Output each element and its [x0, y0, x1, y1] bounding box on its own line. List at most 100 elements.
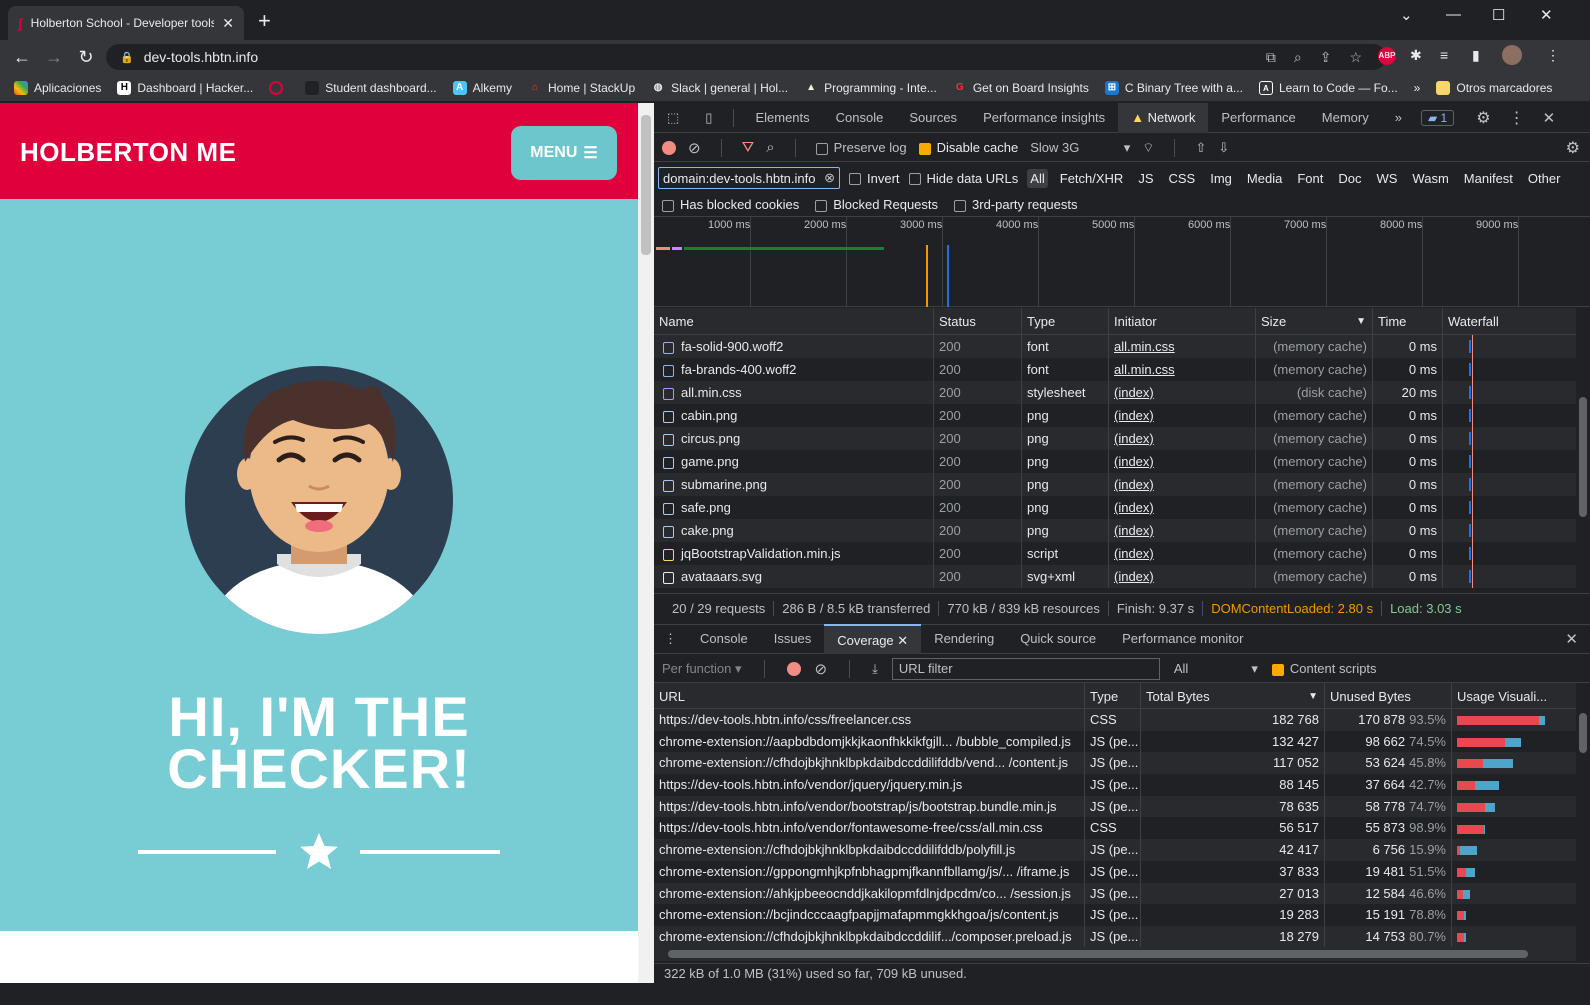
share-icon[interactable]: ⇪ — [1320, 49, 1332, 66]
coverage-export-icon[interactable]: ⤓ — [872, 661, 878, 677]
request-row[interactable]: jqBootstrapValidation.min.js 200 script (in… — [654, 542, 1576, 565]
type-filter-wasm[interactable]: Wasm — [1409, 169, 1451, 188]
type-filter-media[interactable]: Media — [1244, 169, 1285, 188]
coverage-record-icon[interactable] — [786, 661, 801, 676]
request-row[interactable]: fa-brands-400.woff2 200 font all.min.css (me… — [654, 358, 1576, 381]
request-initiator[interactable]: (index) — [1109, 519, 1256, 542]
hide-data-urls-checkbox[interactable]: Hide data URLs — [908, 171, 1018, 186]
type-filter-css[interactable]: CSS — [1166, 169, 1199, 188]
request-row[interactable]: cabin.png 200 png (index) (memory cache) 0 ms — [654, 404, 1576, 427]
bookmark-item[interactable]: G Get on Board Insights — [953, 81, 1089, 95]
bookmark-item[interactable]: ⌂ Home | StackUp — [528, 81, 635, 95]
network-overview-timeline[interactable]: 1000 ms 2000 ms 3000 ms 4000 ms 5000 ms … — [654, 217, 1590, 307]
request-initiator[interactable]: (index) — [1109, 473, 1256, 496]
inspect-element-icon[interactable]: ⬚ — [654, 103, 692, 133]
translate-icon[interactable]: ⧉ — [1266, 49, 1276, 66]
network-settings-icon[interactable]: ⚙ — [1566, 138, 1580, 158]
network-conditions-icon[interactable]: ⌔ — [1142, 140, 1154, 156]
col-waterfall[interactable]: Waterfall — [1443, 308, 1576, 335]
drawer-tab-coverage[interactable]: Coverage ✕ — [824, 624, 922, 654]
preserve-log-checkbox[interactable]: Preserve log — [815, 140, 907, 155]
device-toolbar-icon[interactable]: ▯ — [692, 103, 725, 133]
blocked-cookies-checkbox[interactable]: Has blocked cookies — [662, 197, 799, 212]
import-har-icon[interactable]: ⇧ — [1195, 140, 1206, 156]
per-function-select[interactable]: Per function ▾ — [662, 661, 742, 677]
drawer-tab-performance-monitor[interactable]: Performance monitor — [1109, 624, 1256, 654]
clear-icon[interactable]: ⊘ — [688, 139, 701, 157]
close-window-icon[interactable]: ✕ — [1540, 6, 1553, 24]
coverage-row[interactable]: https://dev-tools.hbtn.info/vendor/fonta… — [654, 817, 1576, 840]
request-row[interactable]: safe.png 200 png (index) (memory cache) 0 ms — [654, 496, 1576, 519]
request-row[interactable]: avataaars.svg 200 svg+xml (index) (memory ca… — [654, 565, 1576, 588]
tab-network[interactable]: ▲ Network — [1118, 102, 1209, 133]
request-row[interactable]: fa-solid-900.woff2 200 font all.min.css (mem… — [654, 335, 1576, 358]
adblock-icon[interactable]: ABP — [1378, 47, 1396, 65]
more-tabs[interactable]: » — [1382, 103, 1415, 133]
drawer-tab-issues[interactable]: Issues — [761, 624, 825, 654]
col-size[interactable]: Size ▼ — [1256, 308, 1373, 335]
url-filter-input[interactable]: URL filter — [891, 657, 1160, 680]
request-initiator[interactable]: (index) — [1109, 542, 1256, 565]
col-initiator[interactable]: Initiator — [1109, 308, 1256, 335]
bookmark-item[interactable]: A Learn to Code — Fo... — [1258, 80, 1398, 95]
type-filter-doc[interactable]: Doc — [1335, 169, 1364, 188]
cov-col-usage[interactable]: Usage Visuali... — [1452, 683, 1576, 710]
type-filter-font[interactable]: Font — [1294, 169, 1326, 188]
coverage-row[interactable]: chrome-extension://bcjindcccaagfpapjjmaf… — [654, 904, 1576, 926]
coverage-row[interactable]: chrome-extension://aapbdbdomjkkjkaonfhkk… — [654, 730, 1576, 753]
request-row[interactable]: game.png 200 png (index) (memory cache) 0 ms — [654, 450, 1576, 473]
disable-cache-checkbox[interactable]: Disable cache — [918, 140, 1018, 155]
col-time[interactable]: Time — [1373, 308, 1443, 335]
extensions-icon[interactable]: ✱ — [1410, 47, 1422, 64]
type-filter-img[interactable]: Img — [1207, 169, 1235, 188]
network-filter-input[interactable]: domain:dev-tools.hbtn.info ⊗ — [658, 167, 840, 189]
col-status[interactable]: Status — [934, 308, 1022, 335]
site-brand[interactable]: HOLBERTON ME — [20, 137, 236, 168]
request-initiator[interactable]: (index) — [1109, 427, 1256, 450]
bookmark-item[interactable]: ▲ Programming - Inte... — [804, 81, 937, 95]
drawer-tab-quick-source[interactable]: Quick source — [1007, 624, 1109, 654]
third-party-checkbox[interactable]: 3rd-party requests — [954, 197, 1078, 212]
other-bookmarks[interactable]: Otros marcadores — [1436, 80, 1552, 95]
coverage-row[interactable]: chrome-extension://ahkjpbeeocnddjkakilop… — [654, 882, 1576, 905]
browser-tab[interactable]: ʃ Holberton School - Developer tools ✕ — [8, 6, 244, 40]
coverage-row[interactable]: chrome-extension://cfhdojbkjhnklbpkdaibd… — [654, 752, 1576, 775]
tab-performance[interactable]: Performance — [1208, 103, 1308, 133]
cov-col-unused[interactable]: Unused Bytes — [1325, 683, 1452, 710]
coverage-type-select[interactable]: All ▾ — [1174, 661, 1258, 677]
request-initiator[interactable]: (index) — [1109, 404, 1256, 427]
tab-console[interactable]: Console — [823, 103, 897, 133]
requests-scrollbar[interactable] — [1576, 335, 1590, 591]
minimize-icon[interactable]: — — [1446, 6, 1461, 23]
zoom-icon[interactable]: ⌕ — [1294, 49, 1302, 66]
close-devtools-icon[interactable]: ✕ — [1543, 109, 1556, 127]
page-scrollbar[interactable] — [638, 103, 654, 983]
request-row[interactable]: circus.png 200 png (index) (memory cache) 0 m… — [654, 427, 1576, 450]
drawer-menu-icon[interactable]: ⋮ — [654, 624, 687, 654]
devtools-menu-icon[interactable]: ⋮ — [1509, 108, 1525, 128]
coverage-hscrollbar[interactable] — [654, 947, 1576, 961]
side-panel-icon[interactable]: ▮ — [1472, 47, 1480, 64]
maximize-icon[interactable]: ☐ — [1492, 6, 1505, 24]
issues-badge[interactable]: ▰ 1 — [1420, 109, 1455, 126]
coverage-row[interactable]: chrome-extension://cfhdojbkjhnklbpkdaibd… — [654, 839, 1576, 861]
col-type[interactable]: Type — [1022, 308, 1109, 335]
content-scripts-checkbox[interactable]: Content scripts — [1271, 661, 1377, 676]
bookmarks-overflow[interactable]: » — [1414, 81, 1421, 95]
close-tab-icon[interactable]: ✕ — [222, 15, 234, 32]
cov-col-type[interactable]: Type — [1085, 683, 1141, 710]
cov-col-total[interactable]: Total Bytes ▼ — [1141, 683, 1325, 710]
profile-avatar[interactable] — [1502, 45, 1522, 65]
bookmark-item[interactable]: Aplicaciones — [14, 80, 101, 95]
coverage-row[interactable]: https://dev-tools.hbtn.info/vendor/jquer… — [654, 774, 1576, 796]
request-initiator[interactable]: (index) — [1109, 565, 1256, 588]
type-filter-fetch[interactable]: Fetch/XHR — [1057, 169, 1127, 188]
search-icon[interactable]: ⌕ — [766, 139, 774, 156]
col-name[interactable]: Name — [654, 308, 934, 335]
filter-icon[interactable]: ⛛ — [742, 139, 755, 156]
request-row[interactable]: cake.png 200 png (index) (memory cache) 0 ms — [654, 519, 1576, 542]
request-row[interactable]: submarine.png 200 png (index) (memory cache)… — [654, 473, 1576, 496]
coverage-scrollbar[interactable] — [1576, 683, 1590, 947]
tab-performance-insights[interactable]: Performance insights — [970, 103, 1118, 133]
type-filter-ws[interactable]: WS — [1373, 169, 1400, 188]
